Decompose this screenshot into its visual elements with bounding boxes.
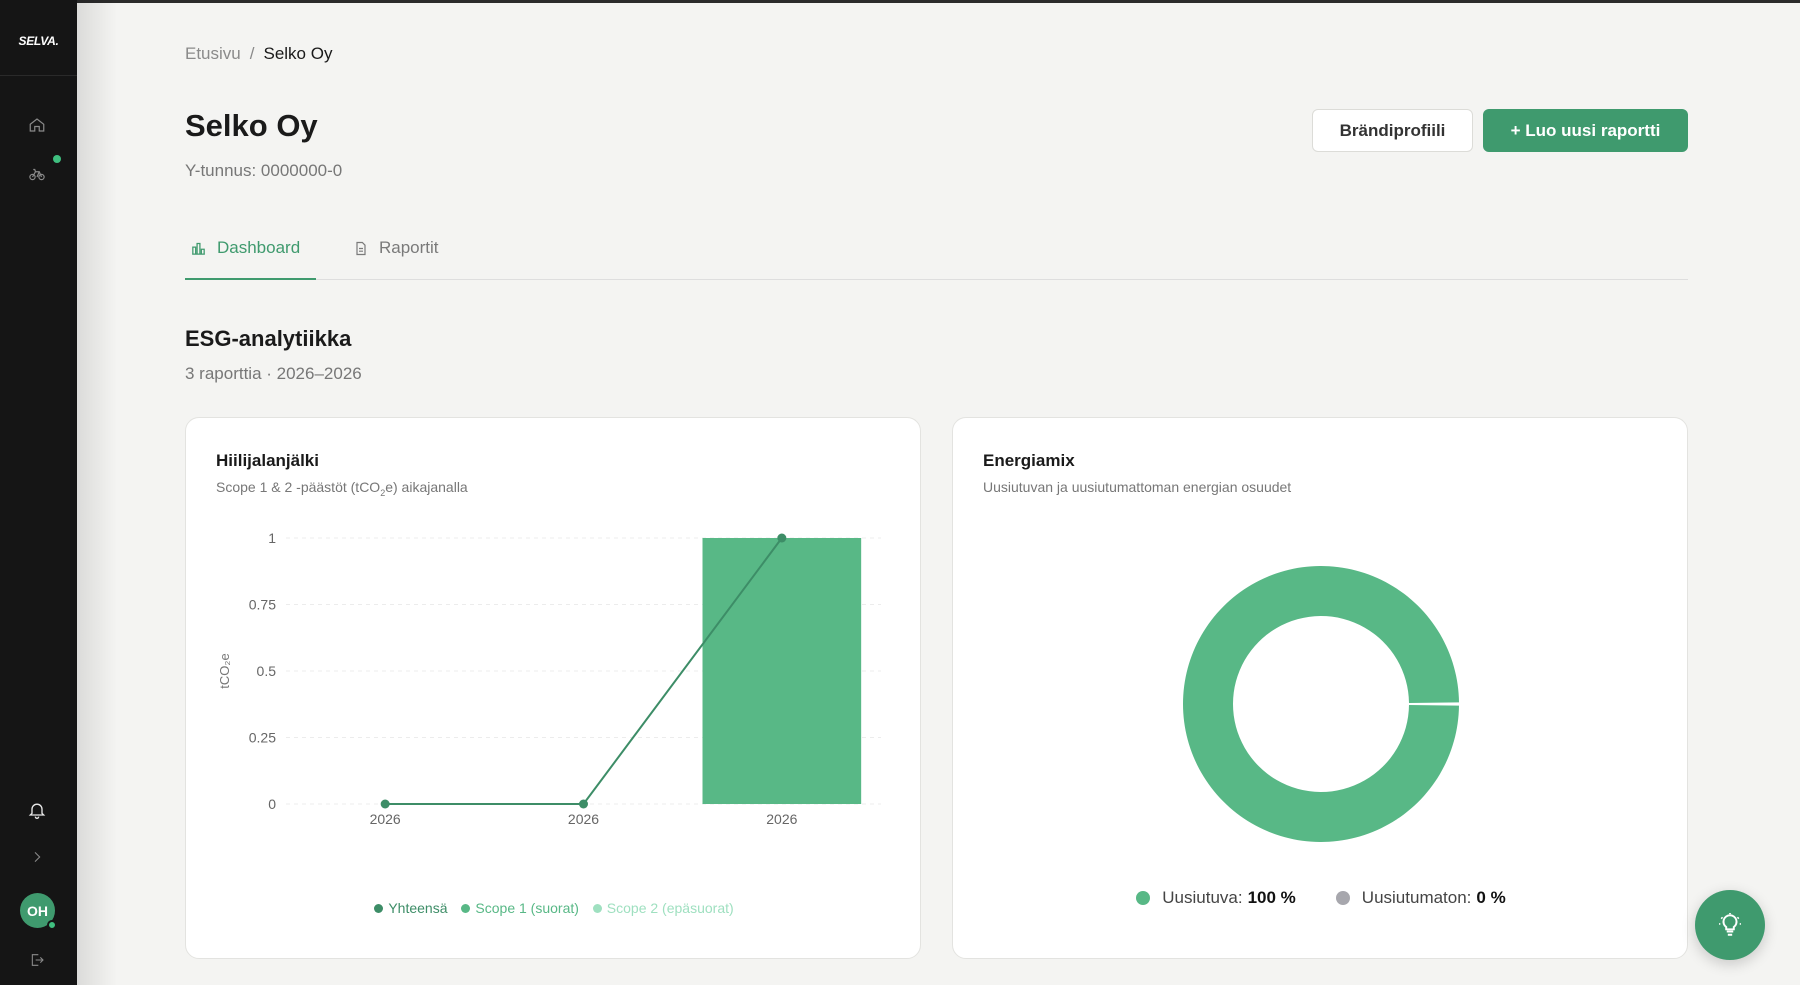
legend-renewable[interactable]: Uusiutuva: 100 % [1136, 888, 1296, 908]
breadcrumb-home-link[interactable]: Etusivu [185, 44, 241, 63]
x-tick-label: 2026 [568, 811, 599, 827]
notification-dot [53, 155, 61, 163]
tab-dashboard[interactable]: Dashboard [185, 238, 316, 280]
legend-total[interactable]: Yhteensä [374, 900, 448, 916]
total-point [380, 799, 390, 809]
bell-icon[interactable] [25, 798, 49, 822]
online-status-dot [47, 920, 57, 930]
bar-chart-icon [192, 242, 205, 255]
tab-bar: Dashboard Raportit [185, 238, 1688, 280]
tab-dashboard-label: Dashboard [217, 238, 301, 257]
sidebar-shadow [77, 0, 117, 985]
legend-nonrenewable[interactable]: Uusiutumaton: 0 % [1335, 888, 1506, 908]
y-tick-label: 1 [268, 530, 276, 546]
breadcrumb-separator: / [249, 44, 255, 63]
x-tick-label: 2026 [766, 811, 797, 827]
sidebar: SELVA. [0, 0, 77, 985]
carbon-footprint-card: Hiilijalanjälki Scope 1 & 2 -päästöt (tC… [185, 417, 921, 959]
energy-card-title: Energiamix [983, 451, 1075, 470]
document-icon [356, 241, 366, 256]
total-point [579, 799, 588, 809]
section-title: ESG-analytiikka [185, 326, 352, 351]
y-tick-label: 0.25 [249, 730, 276, 746]
section-subtitle: 3 raporttia · 2026–2026 [185, 364, 362, 383]
new-report-button[interactable]: + Luo uusi raportti [1483, 109, 1688, 152]
x-tick-label: 2026 [370, 811, 401, 827]
carbon-card-subtitle: Scope 1 & 2 -päästöt (tCO2e) aikajanalla [216, 479, 468, 498]
y-tick-label: 0 [268, 796, 276, 812]
tips-fab-button[interactable] [1695, 890, 1765, 960]
brand-profile-button[interactable]: Brändiprofiili [1312, 109, 1473, 152]
carbon-card-title: Hiilijalanjälki [216, 451, 319, 470]
business-id: Y-tunnus: 0000000-0 [185, 161, 343, 180]
breadcrumb: Etusivu / Selko Oy [185, 44, 332, 64]
chevron-right-icon[interactable] [25, 845, 49, 869]
tab-reports[interactable]: Raportit [353, 238, 439, 280]
y-tick-label: 0.5 [257, 663, 277, 679]
app-logo[interactable]: SELVA. [19, 34, 59, 48]
legend-scope1[interactable]: Scope 1 (suorat) [461, 900, 579, 916]
energy-card-subtitle: Uusiutuvan ja uusiutumattoman energian o… [983, 479, 1292, 495]
donut-slice [1183, 566, 1459, 842]
tab-reports-label: Raportit [379, 238, 439, 257]
legend-scope2[interactable]: Scope 2 (epäsuorat) [592, 900, 734, 916]
bicycle-icon[interactable] [25, 162, 49, 186]
carbon-chart: 0 0.25 0.5 0.75 1 tCO₂e 2026 2026 2026 [217, 530, 881, 827]
y-tick-label: 0.75 [249, 597, 276, 613]
energy-donut-chart [1183, 566, 1459, 842]
window-top-border [0, 0, 1800, 3]
page-title: Selko Oy [185, 108, 318, 143]
energy-mix-card: Energiamix Uusiutuvan ja uusiutumattoman… [952, 417, 1688, 959]
sidebar-divider [0, 75, 77, 76]
home-icon[interactable] [25, 113, 49, 137]
total-point [777, 533, 787, 543]
scope1-bar [702, 538, 862, 804]
energy-legend: Uusiutuva: 100 % Uusiutumaton: 0 % [953, 888, 1689, 908]
breadcrumb-current: Selko Oy [263, 44, 333, 63]
carbon-chart-legend: Yhteensä Scope 1 (suorat) Scope 2 (epäsu… [186, 900, 922, 916]
y-axis-label: tCO₂e [217, 653, 232, 688]
logout-icon[interactable] [25, 948, 49, 972]
lightbulb-icon [1719, 913, 1741, 936]
